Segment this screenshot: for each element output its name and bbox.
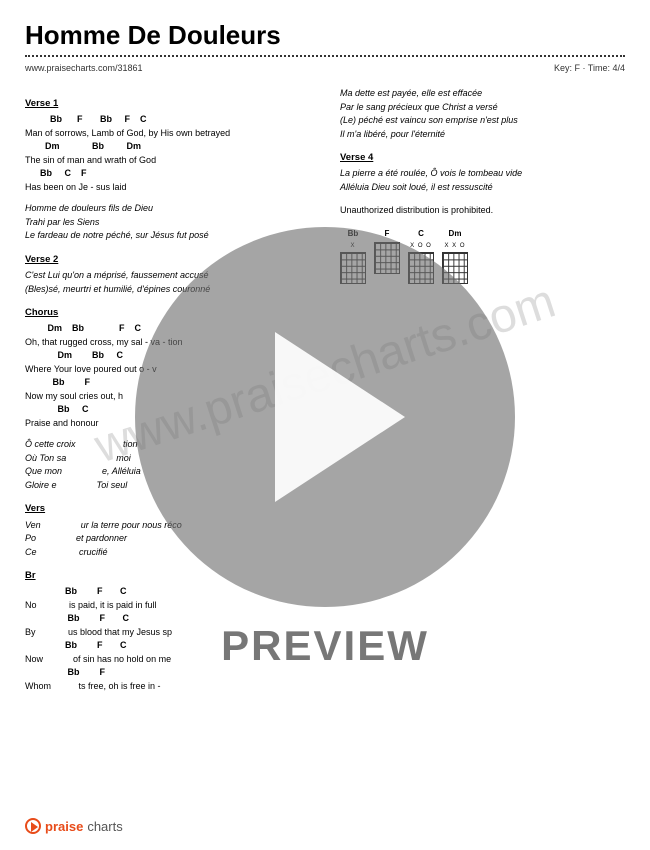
chord-diagram-dm: Dm X X O xyxy=(442,228,468,285)
verse2-head: Verse 2 xyxy=(25,253,310,267)
meta-row: www.praisecharts.com/31861 Key: F · Time… xyxy=(25,63,625,73)
chord-label: C xyxy=(408,228,434,240)
lyric-line: Has been on Je - sus laid xyxy=(25,181,310,195)
chord-diagram-c: C X O O xyxy=(408,228,434,285)
lyric-line: The sin of man and wrath of God xyxy=(25,154,310,168)
translation-line: Alléluia Dieu soit loué, il est ressusci… xyxy=(340,181,625,195)
lyric-line: Man of sorrows, Lamb of God, by His own … xyxy=(25,127,310,141)
chord-line: Bb C F xyxy=(25,167,310,181)
translation-line: Gloire e Toi seul xyxy=(25,479,310,493)
chord-line: Dm Bb C xyxy=(25,349,310,363)
verse4-head: Verse 4 xyxy=(340,151,625,165)
translation-line: Où Ton sa moi xyxy=(25,452,310,466)
distribution-note: Unauthorized distribution is prohibited. xyxy=(340,204,625,218)
bridge-head: Br xyxy=(25,569,310,583)
lyric-line: Now my soul cries out, h xyxy=(25,390,310,404)
chord-line: Bb F C xyxy=(25,639,310,653)
fretboard-icon xyxy=(442,252,468,284)
lyric-line: Praise and honour xyxy=(25,417,310,431)
lyric-line: Where Your love poured out o - v xyxy=(25,363,310,377)
brand-word1: praise xyxy=(45,819,83,834)
chord-line: Bb C xyxy=(25,403,310,417)
translation-line: Po et pardonner xyxy=(25,532,310,546)
chord-fingering: X X O xyxy=(442,242,468,251)
translation-line: Ô cette croix tion xyxy=(25,438,310,452)
translation-line: Par le sang précieux que Christ a versé xyxy=(340,101,625,115)
brand-word2: charts xyxy=(87,819,122,834)
right-column: Ma dette est payée, elle est effacée Par… xyxy=(340,87,625,693)
lyric-line: Oh, that rugged cross, my sal - va - tio… xyxy=(25,336,310,350)
translation-line: Trahi par les Siens xyxy=(25,216,310,230)
divider xyxy=(25,55,625,57)
chord-fingering: X xyxy=(340,242,366,251)
key-time: Key: F · Time: 4/4 xyxy=(554,63,625,73)
chord-fingering: X O O xyxy=(408,242,434,251)
lyric-line: Now of sin has no hold on me xyxy=(25,653,310,667)
chord-label: Bb xyxy=(340,228,366,240)
translation-line: Homme de douleurs fils de Dieu xyxy=(25,202,310,216)
chord-line: Bb F C xyxy=(25,612,310,626)
chord-label: Dm xyxy=(442,228,468,240)
chord-label: F xyxy=(374,228,400,240)
page-title: Homme De Douleurs xyxy=(25,20,625,51)
translation-line: La pierre a été roulée, Ô vois le tombea… xyxy=(340,167,625,181)
left-column: Verse 1 Bb F Bb F C Man of sorrows, Lamb… xyxy=(25,87,310,693)
chord-line: Dm Bb Dm xyxy=(25,140,310,154)
chord-diagram-bb: Bb X xyxy=(340,228,366,285)
verse1-head: Verse 1 xyxy=(25,97,310,111)
chord-diagrams: Bb X F C X O O Dm X X O xyxy=(340,228,625,285)
chord-line: Bb F xyxy=(25,376,310,390)
chorus-head: Chorus xyxy=(25,306,310,320)
content-columns: Verse 1 Bb F Bb F C Man of sorrows, Lamb… xyxy=(25,87,625,693)
lyric-line: By us blood that my Jesus sp xyxy=(25,626,310,640)
fretboard-icon xyxy=(408,252,434,284)
translation-line: Que mon e, Alléluia xyxy=(25,465,310,479)
translation-line: (Bles)sé, meurtri et humilié, d'épines c… xyxy=(25,283,310,297)
chord-line: Bb F Bb F C xyxy=(25,113,310,127)
translation-line: Le fardeau de notre péché, sur Jésus fut… xyxy=(25,229,310,243)
lyric-line: No is paid, it is paid in full xyxy=(25,599,310,613)
translation-line: (Le) péché est vaincu son emprise n'est … xyxy=(340,114,625,128)
chord-diagram-f: F xyxy=(374,228,400,285)
chord-line: Dm Bb F C xyxy=(25,322,310,336)
play-logo-icon xyxy=(25,818,41,834)
source-url: www.praisecharts.com/31861 xyxy=(25,63,143,73)
translation-line: C'est Lui qu'on a méprisé, faussement ac… xyxy=(25,269,310,283)
translation-line: Ven ur la terre pour nous réco xyxy=(25,519,310,533)
chord-line: Bb F xyxy=(25,666,310,680)
fretboard-icon xyxy=(374,242,400,274)
translation-line: Ma dette est payée, elle est effacée xyxy=(340,87,625,101)
translation-line: Il m'a libéré, pour l'éternité xyxy=(340,128,625,142)
lyric-line: Whom ts free, oh is free in - xyxy=(25,680,310,694)
verse3-head: Vers xyxy=(25,502,310,516)
fretboard-icon xyxy=(340,252,366,284)
translation-line: Ce crucifié xyxy=(25,546,310,560)
chord-line: Bb F C xyxy=(25,585,310,599)
footer-brand: praise charts xyxy=(25,818,123,834)
